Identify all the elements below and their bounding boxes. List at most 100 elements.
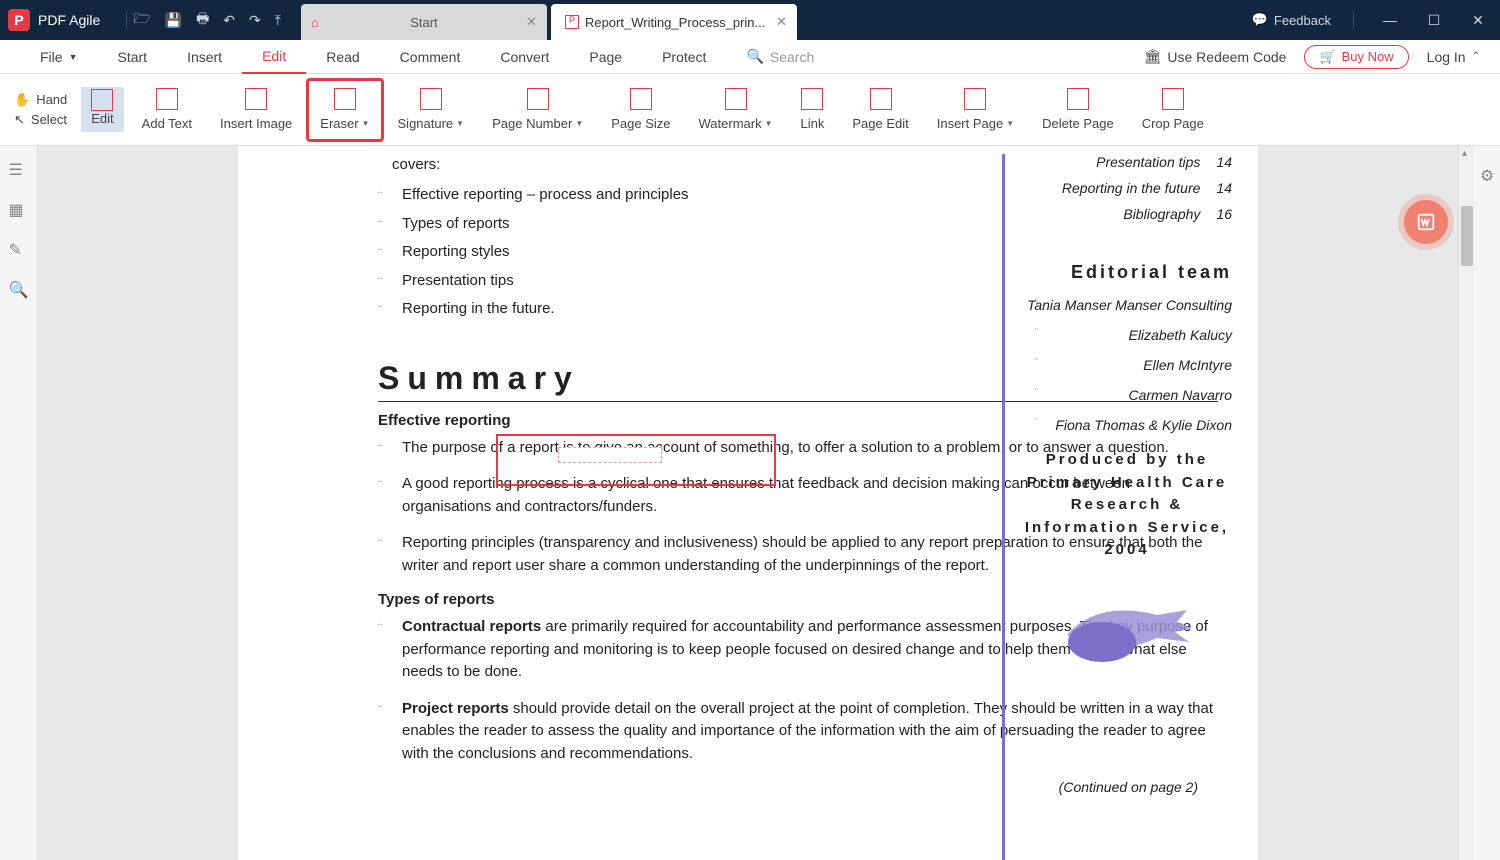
minimize-button[interactable]: — [1376,12,1404,28]
editor-item: Ellen McIntyre [1022,357,1232,373]
menu-file-label: File [40,49,63,65]
outline-icon[interactable]: ☰ [9,160,29,176]
cursor-icon: ↖ [14,112,25,128]
tool-label: Delete Page [1042,116,1114,131]
page-sidebar-column: Presentation tips14 Reporting in the futu… [1022,154,1232,680]
save-icon[interactable]: 💾 [165,12,182,29]
buy-now-button[interactable]: 🛒 Buy Now [1304,45,1408,69]
menu-edit[interactable]: Edit [242,40,306,74]
list-item: Project reports should provide detail on… [378,698,1218,766]
search-panel-icon[interactable]: 🔍 [9,280,29,296]
pdf-file-icon [565,15,579,29]
title-right: 💬 Feedback — ☐ ✕ [1252,11,1492,29]
tool-watermark[interactable]: Watermark▼ [685,78,787,142]
tool-page-number[interactable]: Page Number▼ [478,78,597,142]
tab-document[interactable]: Report_Writing_Process_prin... ✕ [551,4,797,40]
tool-page-edit[interactable]: Page Edit [838,78,922,142]
page-size-icon [630,88,652,110]
hand-label: Hand [36,92,67,107]
close-icon[interactable]: ✕ [526,14,537,30]
title-bar: P PDF Agile 🗁 💾 🖶 ↶ ↷ ⤒ ⌂ Start ✕ Report… [0,0,1500,40]
quick-actions: 🗁 💾 🖶 ↶ ↷ ⤒ [133,8,281,32]
separator [126,11,127,29]
login-label: Log In [1427,49,1466,65]
redeem-label: Use Redeem Code [1167,49,1286,65]
menu-right: 🏛 Use Redeem Code 🛒 Buy Now Log In ⌃ [1144,45,1480,69]
menu-comment[interactable]: Comment [380,40,481,74]
menu-protect[interactable]: Protect [642,40,726,74]
delete-page-icon [1067,88,1089,110]
tool-label: Add Text [142,116,192,131]
tool-signature[interactable]: Signature▼ [384,78,479,142]
hand-tool[interactable]: ✋ Hand [14,92,67,108]
select-label: Select [31,112,67,127]
tool-crop-page[interactable]: Crop Page [1128,78,1218,142]
menu-search[interactable]: 🔍 Search [746,48,814,65]
feedback-button[interactable]: 💬 Feedback [1252,12,1331,28]
ribbon-toolbar: ✋ Hand ↖ Select Edit Add Text Insert Image… [0,74,1500,146]
logo-svg [1047,580,1207,680]
redo-icon[interactable]: ↷ [249,12,261,29]
tool-insert-page[interactable]: Insert Page▼ [923,78,1028,142]
print-icon[interactable]: 🖶 [196,8,209,32]
vertical-scrollbar[interactable]: ▴ [1458,146,1474,860]
editor-item: Fiona Thomas & Kylie Dixon [1022,417,1232,433]
menu-convert[interactable]: Convert [480,40,569,74]
tool-insert-image[interactable]: Insert Image [206,78,306,142]
signature-icon [420,88,442,110]
thumbnails-icon[interactable]: ▦ [9,200,29,216]
toc-row: Bibliography16 [1022,206,1232,222]
toc-label: Reporting in the future [1022,180,1200,196]
scroll-up-icon[interactable]: ▴ [1462,148,1467,159]
edit-icon [91,89,113,111]
login-button[interactable]: Log In ⌃ [1427,49,1480,65]
toc-page: 14 [1216,180,1232,196]
menu-page[interactable]: Page [569,40,642,74]
continued-text: (Continued on page 2) [378,779,1218,795]
tool-eraser[interactable]: Eraser▼ [306,78,383,142]
menu-read[interactable]: Read [306,40,379,74]
close-button[interactable]: ✕ [1464,12,1492,29]
tool-label: Page Edit [852,116,908,131]
menu-insert[interactable]: Insert [167,40,242,74]
redeem-icon: 🏛 [1144,48,1162,65]
crop-page-icon [1162,88,1184,110]
page-number-icon [527,88,549,110]
undo-icon[interactable]: ↶ [223,12,235,29]
tool-delete-page[interactable]: Delete Page [1028,78,1128,142]
editor-item: Tania Manser Manser Consulting [1022,297,1232,313]
tool-label: Insert Page▼ [937,116,1014,131]
chevron-down-icon: ▼ [575,119,583,128]
redeem-code-button[interactable]: 🏛 Use Redeem Code [1144,48,1287,65]
hand-icon: ✋ [14,92,30,108]
menu-file[interactable]: File ▼ [20,40,97,74]
eraser-erased-area [558,447,662,463]
document-tabs: ⌂ Start ✕ Report_Writing_Process_prin...… [301,0,801,40]
annotations-icon[interactable]: ✎ [9,240,29,256]
document-viewport[interactable]: covers: Effective reporting – process an… [38,146,1458,860]
workspace: ☰ ▦ ✎ 🔍 covers: Effective reporting – pr… [0,146,1500,860]
maximize-button[interactable]: ☐ [1420,12,1448,29]
close-icon[interactable]: ✕ [776,14,787,30]
vertical-divider [1002,154,1005,860]
upload-icon[interactable]: ⤒ [275,12,281,29]
chevron-down-icon: ▼ [456,119,464,128]
tool-link[interactable]: Link [787,78,839,142]
tool-edit[interactable]: Edit [81,87,123,132]
tab-start[interactable]: ⌂ Start ✕ [301,4,547,40]
tool-edit[interactable]: Edit [77,78,127,142]
open-icon[interactable]: 🗁 [133,8,150,32]
feedback-icon: 💬 [1252,12,1268,28]
tool-label: Insert Image [220,116,292,131]
convert-to-word-badge[interactable] [1404,200,1448,244]
settings-toggle-icon[interactable]: ⚙ [1480,166,1494,860]
tool-page-size[interactable]: Page Size [597,78,684,142]
editor-item: Elizabeth Kalucy [1022,327,1232,343]
menu-start[interactable]: Start [97,40,167,74]
scroll-thumb[interactable] [1461,206,1473,266]
select-tool[interactable]: ↖ Select [14,112,67,128]
tool-add-text[interactable]: Add Text [128,78,206,142]
menu-bar: File ▼ StartInsertEditReadCommentConvert… [0,40,1500,74]
app-logo: P [8,9,30,31]
toc-row: Presentation tips14 [1022,154,1232,170]
